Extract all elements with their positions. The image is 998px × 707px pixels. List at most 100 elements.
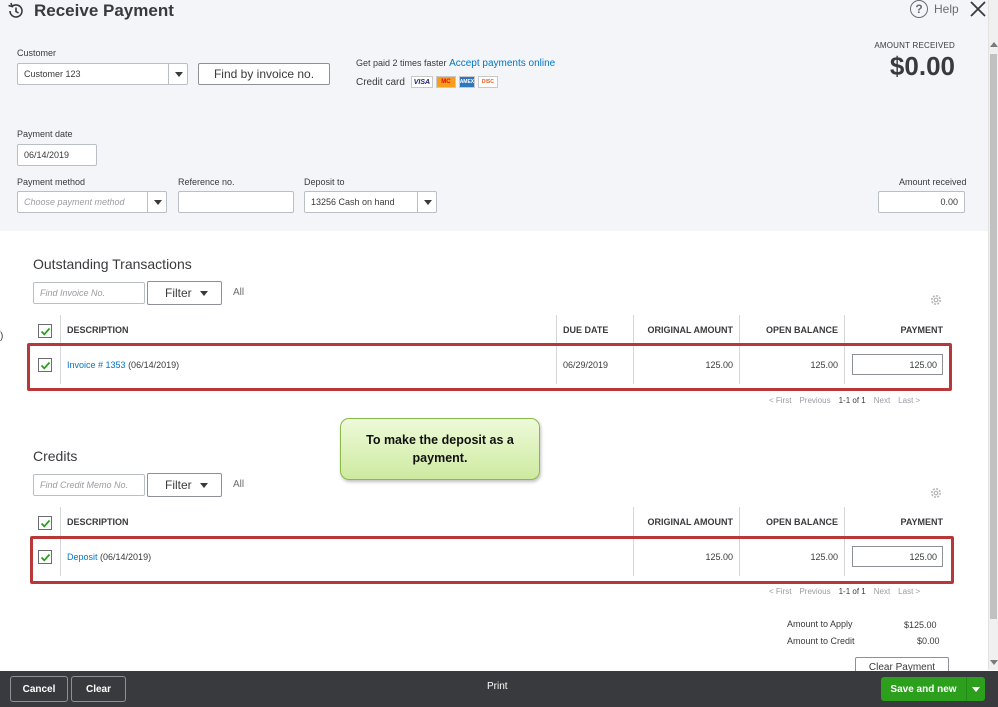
gear-icon[interactable] bbox=[929, 293, 943, 307]
accept-payments-link[interactable]: Accept payments online bbox=[449, 58, 555, 69]
reference-no-label: Reference no. bbox=[178, 177, 235, 187]
filter-label: Filter bbox=[165, 286, 192, 300]
chevron-down-icon[interactable] bbox=[972, 686, 980, 692]
col-open-balance: OPEN BALANCE bbox=[765, 324, 838, 335]
chevron-down-icon[interactable] bbox=[168, 63, 188, 85]
footer-bar: Cancel Clear Print Save and new bbox=[0, 671, 998, 707]
payment-method-select[interactable]: Choose payment method bbox=[17, 191, 167, 213]
credits-pager: < First Previous 1-1 of 1 Next Last > bbox=[769, 587, 920, 596]
pager-last[interactable]: Last > bbox=[898, 587, 920, 596]
pager-previous[interactable]: Previous bbox=[799, 587, 830, 596]
amount-received-field-label: Amount received bbox=[899, 177, 967, 187]
deposit-to-label: Deposit to bbox=[304, 177, 345, 187]
reference-no-input[interactable] bbox=[178, 191, 294, 213]
outstanding-table-header: DESCRIPTION DUE DATE ORIGINAL AMOUNT OPE… bbox=[33, 315, 950, 345]
page-title: Receive Payment bbox=[34, 1, 174, 20]
credit-card-row: Credit card VISA MC AMEX DISC bbox=[356, 76, 498, 88]
checkmark-icon bbox=[40, 519, 50, 528]
filter-label: Filter bbox=[165, 478, 192, 492]
deposit-to-value: 13256 Cash on hand bbox=[311, 197, 395, 207]
credits-title: Credits bbox=[33, 448, 78, 464]
cancel-button[interactable]: Cancel bbox=[10, 676, 68, 702]
pager-first[interactable]: < First bbox=[769, 396, 791, 405]
help-icon: ? bbox=[910, 0, 928, 18]
pager-next[interactable]: Next bbox=[874, 587, 890, 596]
help-button[interactable]: ? Help bbox=[910, 0, 959, 18]
promo-label: Get paid 2 times faster bbox=[356, 58, 447, 68]
payment-method-label: Payment method bbox=[17, 177, 86, 187]
chevron-down-icon[interactable] bbox=[147, 191, 167, 213]
print-button[interactable]: Print bbox=[487, 681, 508, 692]
caret-down-icon bbox=[199, 290, 208, 296]
amount-received-input[interactable]: 0.00 bbox=[878, 191, 965, 213]
amount-to-apply-value: $125.00 bbox=[904, 620, 937, 630]
credits-table-header: DESCRIPTION ORIGINAL AMOUNT OPEN BALANCE… bbox=[33, 507, 950, 537]
deposit-to-select[interactable]: 13256 Cash on hand bbox=[304, 191, 437, 213]
select-all-credits-checkbox[interactable] bbox=[38, 516, 52, 530]
edge-marker: ) bbox=[0, 331, 4, 342]
scrollbar[interactable] bbox=[988, 0, 998, 670]
recent-transactions-icon[interactable] bbox=[6, 1, 26, 21]
col-description: DESCRIPTION bbox=[67, 324, 129, 335]
annotation-callout: To make the deposit as a payment. bbox=[340, 418, 540, 480]
highlight-box bbox=[27, 343, 952, 391]
chevron-down-icon[interactable] bbox=[417, 191, 437, 213]
save-and-new-label: Save and new bbox=[890, 683, 957, 695]
form-header: Receive Payment ? Help Customer Customer… bbox=[0, 0, 988, 231]
credits-all-label: All bbox=[233, 479, 245, 490]
pager-range: 1-1 of 1 bbox=[838, 396, 866, 405]
pager-next[interactable]: Next bbox=[874, 396, 890, 405]
col-original-amount: ORIGINAL AMOUNT bbox=[647, 324, 734, 335]
promo-text: Get paid 2 times faster Accept payments … bbox=[356, 58, 555, 69]
amex-icon: AMEX bbox=[458, 76, 475, 88]
col-original-amount: ORIGINAL AMOUNT bbox=[647, 516, 734, 527]
payment-date-label: Payment date bbox=[17, 129, 73, 139]
help-label: Help bbox=[934, 2, 959, 16]
payment-date-input[interactable]: 06/14/2019 bbox=[17, 144, 97, 166]
customer-value: Customer 123 bbox=[24, 69, 81, 79]
save-and-new-button[interactable]: Save and new bbox=[881, 677, 985, 701]
checkmark-icon bbox=[40, 327, 50, 336]
scroll-up-icon[interactable] bbox=[990, 42, 998, 47]
credits-filter-button[interactable]: Filter bbox=[147, 473, 222, 497]
visa-icon: VISA bbox=[410, 76, 433, 88]
scroll-down-icon[interactable] bbox=[990, 660, 998, 665]
amount-to-apply-label: Amount to Apply bbox=[787, 619, 853, 629]
scroll-thumb[interactable] bbox=[990, 54, 997, 619]
select-all-checkbox[interactable] bbox=[38, 324, 52, 338]
col-payment: PAYMENT bbox=[900, 516, 943, 527]
pager-previous[interactable]: Previous bbox=[799, 396, 830, 405]
col-payment: PAYMENT bbox=[900, 324, 943, 335]
caret-down-icon bbox=[199, 482, 208, 488]
clear-button[interactable]: Clear bbox=[71, 676, 126, 702]
outstanding-filter-button[interactable]: Filter bbox=[147, 281, 222, 305]
mastercard-icon: MC bbox=[435, 76, 456, 88]
discover-icon: DISC bbox=[477, 76, 498, 88]
outstanding-pager: < First Previous 1-1 of 1 Next Last > bbox=[769, 396, 920, 405]
title-row: Receive Payment bbox=[6, 0, 174, 22]
pager-last[interactable]: Last > bbox=[898, 396, 920, 405]
customer-label: Customer bbox=[17, 48, 57, 58]
outstanding-title: Outstanding Transactions bbox=[33, 256, 192, 272]
gear-icon[interactable] bbox=[929, 486, 943, 500]
payment-method-placeholder: Choose payment method bbox=[24, 197, 125, 207]
amount-received-input-value: 0.00 bbox=[940, 197, 958, 207]
outstanding-all-label: All bbox=[233, 287, 245, 298]
col-description: DESCRIPTION bbox=[67, 516, 129, 527]
find-credit-memo-input[interactable]: Find Credit Memo No. bbox=[33, 474, 145, 496]
amount-received-value: $0.00 bbox=[889, 51, 955, 81]
col-due-date: DUE DATE bbox=[563, 324, 609, 335]
pager-first[interactable]: < First bbox=[769, 587, 791, 596]
credit-card-label: Credit card bbox=[356, 76, 405, 88]
amount-to-credit-label: Amount to Credit bbox=[787, 636, 855, 646]
close-icon[interactable] bbox=[969, 0, 987, 18]
find-invoice-input[interactable]: Find Invoice No. bbox=[33, 282, 145, 304]
payment-date-value: 06/14/2019 bbox=[24, 150, 70, 160]
pager-range: 1-1 of 1 bbox=[838, 587, 866, 596]
customer-select[interactable]: Customer 123 bbox=[17, 63, 188, 85]
find-by-invoice-button[interactable]: Find by invoice no. bbox=[198, 63, 330, 85]
amount-to-credit-value: $0.00 bbox=[917, 636, 940, 646]
split-divider bbox=[966, 677, 967, 701]
col-open-balance: OPEN BALANCE bbox=[765, 516, 838, 527]
highlight-box bbox=[30, 536, 954, 584]
